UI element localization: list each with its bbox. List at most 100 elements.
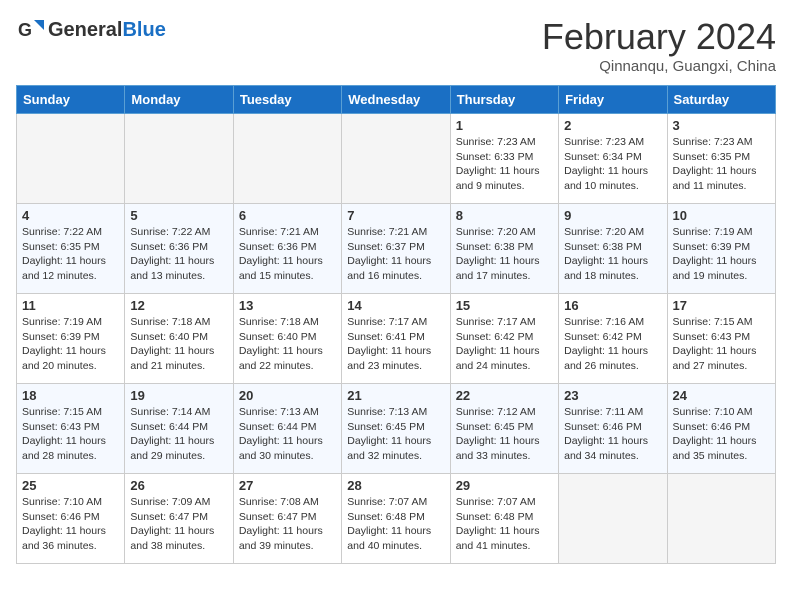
day-number: 17 <box>673 298 770 313</box>
week-row-4: 18Sunrise: 7:15 AM Sunset: 6:43 PM Dayli… <box>17 384 776 474</box>
day-number: 1 <box>456 118 553 133</box>
calendar-cell: 5Sunrise: 7:22 AM Sunset: 6:36 PM Daylig… <box>125 204 233 294</box>
day-number: 8 <box>456 208 553 223</box>
day-number: 5 <box>130 208 227 223</box>
calendar-table: SundayMondayTuesdayWednesdayThursdayFrid… <box>16 85 776 564</box>
day-info: Sunrise: 7:19 AM Sunset: 6:39 PM Dayligh… <box>22 315 119 374</box>
calendar-cell: 4 Sunrise: 7:22 AM Sunset: 6:35 PM Daylig… <box>17 204 125 294</box>
calendar-cell <box>667 474 775 564</box>
calendar-cell: 29 Sunrise: 7:07 AM Sunset: 6:48 PM Dayli… <box>450 474 558 564</box>
calendar-cell: 25 Sunrise: 7:10 AM Sunset: 6:46 PM Dayli… <box>17 474 125 564</box>
day-info: Sunrise: 7:18 AM Sunset: 6:40 PM Dayligh… <box>239 315 336 374</box>
day-info: Sunrise: 7:14 AM Sunset: 6:44 PM Dayligh… <box>130 405 227 464</box>
day-info: Sunrise: 7:21 AM Sunset: 6:36 PM Dayligh… <box>239 225 336 284</box>
week-row-5: 25 Sunrise: 7:10 AM Sunset: 6:46 PM Dayli… <box>17 474 776 564</box>
calendar-cell: 28Sunrise: 7:07 AM Sunset: 6:48 PM Dayli… <box>342 474 450 564</box>
day-number: 19 <box>130 388 227 403</box>
day-header-wednesday: Wednesday <box>342 86 450 114</box>
day-number: 15 <box>456 298 553 313</box>
day-info: Sunrise: 7:19 AM Sunset: 6:39 PM Dayligh… <box>673 225 770 284</box>
calendar-cell: 6Sunrise: 7:21 AM Sunset: 6:36 PM Daylig… <box>233 204 341 294</box>
day-number: 16 <box>564 298 661 313</box>
day-header-thursday: Thursday <box>450 86 558 114</box>
calendar-cell <box>17 114 125 204</box>
calendar-cell: 16 Sunrise: 7:16 AM Sunset: 6:42 PM Dayli… <box>559 294 667 384</box>
calendar-cell: 18Sunrise: 7:15 AM Sunset: 6:43 PM Dayli… <box>17 384 125 474</box>
day-info: Sunrise: 7:12 AM Sunset: 6:45 PM Dayligh… <box>456 405 553 464</box>
day-info: Sunrise: 7:23 AM Sunset: 6:35 PM Dayligh… <box>673 135 770 194</box>
calendar-cell: 2 Sunrise: 7:23 AM Sunset: 6:34 PM Daylig… <box>559 114 667 204</box>
calendar-subtitle: Qinnanqu, Guangxi, China <box>542 58 776 75</box>
svg-text:G: G <box>18 20 32 40</box>
calendar-cell: 8 Sunrise: 7:20 AM Sunset: 6:38 PM Daylig… <box>450 204 558 294</box>
calendar-cell: 13Sunrise: 7:18 AM Sunset: 6:40 PM Dayli… <box>233 294 341 384</box>
day-number: 23 <box>564 388 661 403</box>
day-info: Sunrise: 7:18 AM Sunset: 6:40 PM Dayligh… <box>130 315 227 374</box>
day-number: 29 <box>456 478 553 493</box>
week-row-1: 1 Sunrise: 7:23 AM Sunset: 6:33 PM Daylig… <box>17 114 776 204</box>
day-info: Sunrise: 7:13 AM Sunset: 6:45 PM Dayligh… <box>347 405 444 464</box>
day-header-monday: Monday <box>125 86 233 114</box>
calendar-cell: 14 Sunrise: 7:17 AM Sunset: 6:41 PM Dayli… <box>342 294 450 384</box>
calendar-cell: 7 Sunrise: 7:21 AM Sunset: 6:37 PM Daylig… <box>342 204 450 294</box>
calendar-cell: 27 Sunrise: 7:08 AM Sunset: 6:47 PM Dayli… <box>233 474 341 564</box>
day-number: 10 <box>673 208 770 223</box>
calendar-cell: 26 Sunrise: 7:09 AM Sunset: 6:47 PM Dayli… <box>125 474 233 564</box>
day-info: Sunrise: 7:08 AM Sunset: 6:47 PM Dayligh… <box>239 495 336 554</box>
day-number: 20 <box>239 388 336 403</box>
logo-general-text: General <box>48 19 122 41</box>
day-info: Sunrise: 7:11 AM Sunset: 6:46 PM Dayligh… <box>564 405 661 464</box>
day-number: 21 <box>347 388 444 403</box>
day-header-tuesday: Tuesday <box>233 86 341 114</box>
calendar-cell: 11Sunrise: 7:19 AM Sunset: 6:39 PM Dayli… <box>17 294 125 384</box>
day-info: Sunrise: 7:20 AM Sunset: 6:38 PM Dayligh… <box>456 225 553 284</box>
week-row-2: 4 Sunrise: 7:22 AM Sunset: 6:35 PM Daylig… <box>17 204 776 294</box>
calendar-cell: 24 Sunrise: 7:10 AM Sunset: 6:46 PM Dayli… <box>667 384 775 474</box>
day-number: 24 <box>673 388 770 403</box>
day-info: Sunrise: 7:17 AM Sunset: 6:42 PM Dayligh… <box>456 315 553 374</box>
day-number: 25 <box>22 478 119 493</box>
calendar-cell: 22 Sunrise: 7:12 AM Sunset: 6:45 PM Dayli… <box>450 384 558 474</box>
calendar-cell: 1 Sunrise: 7:23 AM Sunset: 6:33 PM Daylig… <box>450 114 558 204</box>
day-number: 22 <box>456 388 553 403</box>
day-header-saturday: Saturday <box>667 86 775 114</box>
day-info: Sunrise: 7:23 AM Sunset: 6:33 PM Dayligh… <box>456 135 553 194</box>
day-number: 18 <box>22 388 119 403</box>
day-info: Sunrise: 7:21 AM Sunset: 6:37 PM Dayligh… <box>347 225 444 284</box>
calendar-cell: 17Sunrise: 7:15 AM Sunset: 6:43 PM Dayli… <box>667 294 775 384</box>
calendar-cell <box>125 114 233 204</box>
day-number: 26 <box>130 478 227 493</box>
day-info: Sunrise: 7:10 AM Sunset: 6:46 PM Dayligh… <box>22 495 119 554</box>
day-number: 14 <box>347 298 444 313</box>
calendar-cell <box>559 474 667 564</box>
calendar-cell: 9Sunrise: 7:20 AM Sunset: 6:38 PM Daylig… <box>559 204 667 294</box>
day-info: Sunrise: 7:07 AM Sunset: 6:48 PM Dayligh… <box>456 495 553 554</box>
day-number: 9 <box>564 208 661 223</box>
day-info: Sunrise: 7:09 AM Sunset: 6:47 PM Dayligh… <box>130 495 227 554</box>
calendar-title: February 2024 <box>542 16 776 58</box>
calendar-cell <box>342 114 450 204</box>
day-info: Sunrise: 7:22 AM Sunset: 6:35 PM Dayligh… <box>22 225 119 284</box>
header: G GeneralBlue February 2024 Qinnanqu, Gu… <box>16 16 776 75</box>
calendar-cell: 21 Sunrise: 7:13 AM Sunset: 6:45 PM Dayli… <box>342 384 450 474</box>
day-number: 7 <box>347 208 444 223</box>
day-number: 4 <box>22 208 119 223</box>
day-info: Sunrise: 7:17 AM Sunset: 6:41 PM Dayligh… <box>347 315 444 374</box>
title-area: February 2024 Qinnanqu, Guangxi, China <box>542 16 776 75</box>
day-info: Sunrise: 7:10 AM Sunset: 6:46 PM Dayligh… <box>673 405 770 464</box>
day-header-friday: Friday <box>559 86 667 114</box>
week-row-3: 11Sunrise: 7:19 AM Sunset: 6:39 PM Dayli… <box>17 294 776 384</box>
day-info: Sunrise: 7:23 AM Sunset: 6:34 PM Dayligh… <box>564 135 661 194</box>
day-number: 27 <box>239 478 336 493</box>
logo: G GeneralBlue <box>16 16 166 44</box>
day-number: 12 <box>130 298 227 313</box>
calendar-cell: 19 Sunrise: 7:14 AM Sunset: 6:44 PM Dayli… <box>125 384 233 474</box>
day-info: Sunrise: 7:16 AM Sunset: 6:42 PM Dayligh… <box>564 315 661 374</box>
logo-blue-text: Blue <box>122 19 165 41</box>
day-number: 2 <box>564 118 661 133</box>
calendar-cell: 10 Sunrise: 7:19 AM Sunset: 6:39 PM Dayli… <box>667 204 775 294</box>
calendar-cell: 15 Sunrise: 7:17 AM Sunset: 6:42 PM Dayli… <box>450 294 558 384</box>
calendar-cell: 3Sunrise: 7:23 AM Sunset: 6:35 PM Daylig… <box>667 114 775 204</box>
calendar-cell: 23 Sunrise: 7:11 AM Sunset: 6:46 PM Dayli… <box>559 384 667 474</box>
logo-wordmark: GeneralBlue <box>48 19 166 42</box>
